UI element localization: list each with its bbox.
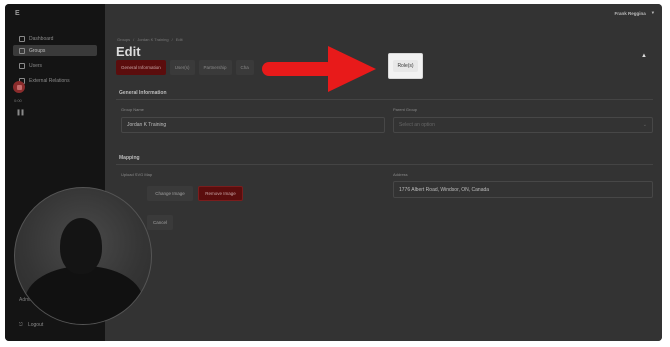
sidebar-item-groups[interactable]: Groups — [13, 45, 97, 56]
sidebar-item-label: Users — [29, 62, 43, 69]
address-value: 1776 Albert Road, Windsor, ON, Canada — [399, 186, 490, 193]
person-shoulders — [25, 266, 143, 324]
person-head — [60, 218, 102, 274]
user-name[interactable]: Frank Reggina — [614, 11, 645, 16]
address-label: Address — [393, 172, 408, 177]
breadcrumb-separator: / — [171, 37, 173, 42]
cancel-button[interactable]: Cancel — [147, 215, 173, 230]
divider — [116, 99, 653, 100]
record-stop-button[interactable] — [13, 81, 25, 93]
page-title: Edit — [116, 44, 141, 59]
group-name-label: Group Name — [121, 107, 144, 112]
sidebar-item-label: External Relations — [29, 77, 70, 84]
mouse-cursor-icon: ▲ — [641, 53, 647, 59]
parent-group-placeholder: Select an option — [399, 122, 435, 128]
tab-channels[interactable]: Cha — [235, 60, 254, 75]
breadcrumb-item[interactable]: Jordan K Training — [137, 37, 168, 42]
breadcrumb: Groups / Jordan K Training / Edit — [117, 37, 183, 42]
red-arrow-icon — [262, 46, 376, 92]
group-name-input[interactable]: Jordan K Training — [121, 117, 385, 133]
chevron-down-icon[interactable]: ▾ — [652, 10, 654, 16]
logout-icon: ⎋ — [19, 322, 23, 328]
parent-group-label: Parent Group — [393, 107, 418, 112]
breadcrumb-item[interactable]: Groups — [117, 37, 130, 42]
upload-map-label: Upload SVG Map — [121, 172, 153, 177]
tab-roles-highlighted[interactable]: Role(s) — [388, 53, 423, 79]
home-icon — [19, 35, 25, 42]
remove-image-button[interactable]: Remove Image — [198, 186, 243, 201]
users-icon — [19, 62, 25, 69]
stop-icon — [16, 84, 22, 90]
topbar: Frank Reggina ▾ — [614, 10, 654, 16]
group-name-value: Jordan K Training — [127, 122, 167, 128]
parent-group-select[interactable]: Select an option ⌄ — [393, 117, 653, 133]
webcam-overlay — [14, 187, 152, 325]
tab-partnership[interactable]: Partnership — [198, 60, 232, 75]
sidebar-item-external-relations[interactable]: External Relations — [13, 75, 97, 86]
breadcrumb-separator: / — [133, 37, 135, 42]
divider — [116, 164, 653, 165]
sidebar-item-dashboard[interactable]: Dashboard — [13, 33, 97, 44]
change-image-button[interactable]: Change Image — [147, 186, 193, 201]
pause-icon[interactable]: ❚❚ — [16, 109, 25, 116]
sidebar-item-label: Groups — [29, 47, 46, 54]
recording-timer: 0:00 — [14, 98, 22, 103]
sidebar-item-users[interactable]: Users — [13, 60, 97, 71]
chevron-down-icon: ⌄ — [642, 122, 647, 128]
sidebar-item-label: Dashboard — [29, 35, 54, 42]
breadcrumb-item: Edit — [175, 37, 183, 42]
app-logo: E — [15, 10, 20, 17]
general-section-title: General Information — [119, 90, 167, 96]
address-input[interactable]: 1776 Albert Road, Windsor, ON, Canada — [393, 181, 653, 198]
main-content: Frank Reggina ▾ Groups / Jordan K Traini… — [105, 4, 662, 341]
tab-bar: General Information User(s) Partnership … — [116, 60, 254, 75]
tab-roles-label: Role(s) — [393, 60, 418, 72]
mapping-section-title: Mapping — [119, 155, 140, 161]
tab-users[interactable]: User(s) — [169, 60, 195, 75]
groups-icon — [19, 47, 25, 54]
tab-general-information[interactable]: General Information — [116, 60, 166, 75]
